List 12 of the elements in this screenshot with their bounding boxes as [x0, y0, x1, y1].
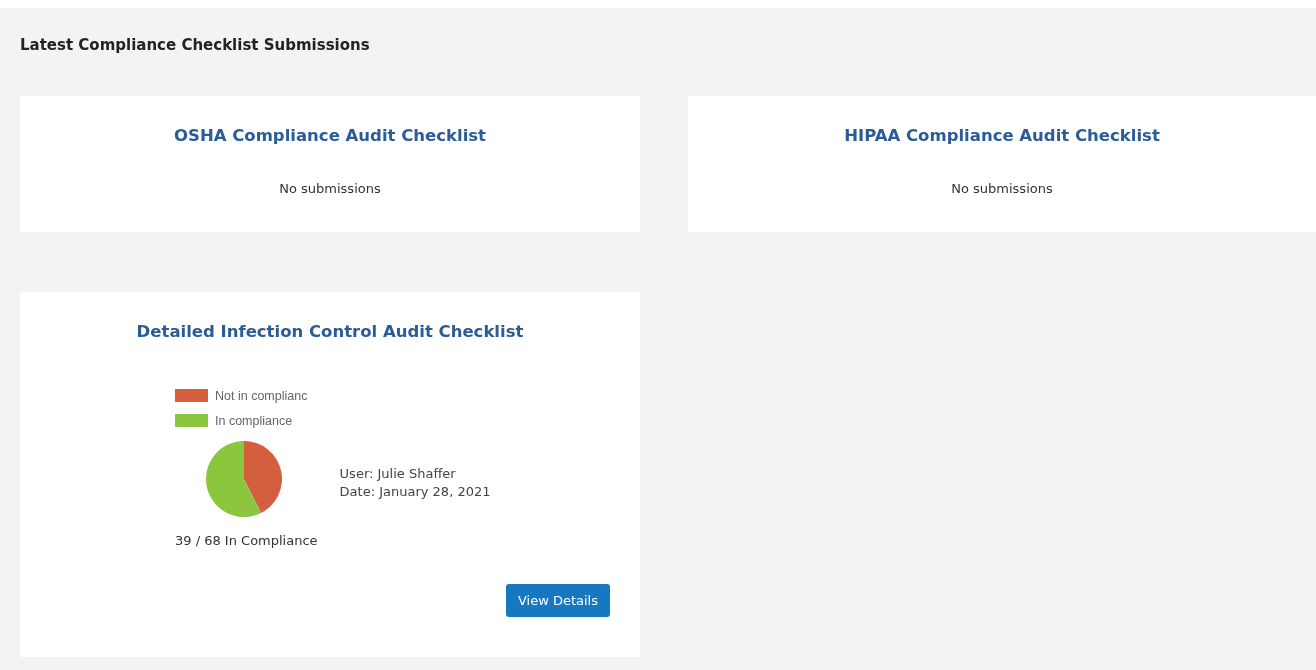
legend-label: In compliance	[215, 413, 293, 428]
user-label: User: Julie Shaffer	[339, 465, 457, 483]
section-heading: Latest Compliance Checklist Submissions	[20, 36, 370, 54]
empty-message: No submissions	[951, 181, 1053, 196]
checklist-title[interactable]: Detailed Infection Control Audit Checklist	[136, 322, 524, 341]
compliance-score: 39 / 68 In Compliance	[175, 533, 318, 548]
legend-label: Not in complianc	[215, 388, 308, 403]
empty-message: No submissions	[279, 181, 381, 196]
view-details-button[interactable]: View Details	[505, 584, 610, 617]
date-label: Date: January 28, 2021	[339, 483, 491, 501]
checklist-title[interactable]: HIPAA Compliance Audit Checklist	[844, 126, 1160, 145]
checklist-title[interactable]: OSHA Compliance Audit Checklist	[174, 126, 486, 145]
